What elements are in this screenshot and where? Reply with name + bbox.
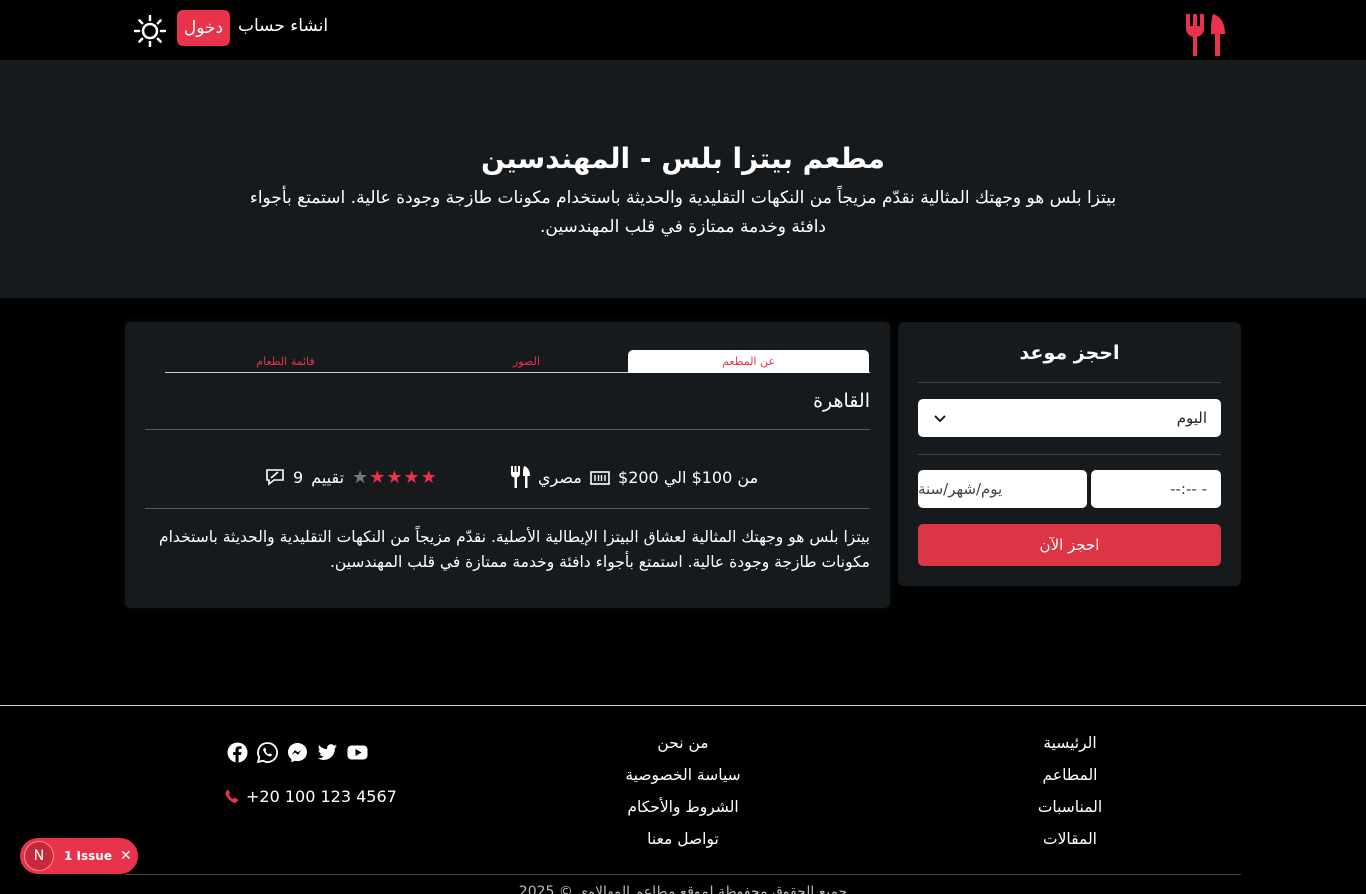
- issue-badge[interactable]: N 1 Issue ✕: [20, 838, 138, 874]
- book-now-button[interactable]: احجز الآن: [918, 524, 1221, 566]
- phone-contact: +20 100 123 4567: [224, 787, 397, 806]
- star-icon: ★: [420, 466, 437, 488]
- star-icon: ★: [386, 466, 403, 488]
- social-links: [227, 742, 368, 764]
- details-tabs: قائمة الطعام الصور عن المطعم: [165, 350, 870, 373]
- time-field-placeholder: --:-- -: [1170, 480, 1207, 498]
- price-icon: [590, 471, 610, 485]
- date-field-placeholder: يوم/شهر/سنة: [918, 480, 1003, 498]
- twitter-icon[interactable]: [317, 742, 338, 763]
- close-icon[interactable]: ✕: [120, 848, 132, 864]
- divider: [145, 508, 870, 509]
- top-navbar: دخول انشاء حساب: [0, 0, 1366, 60]
- divider: [918, 454, 1221, 455]
- rating-label: تقييم: [311, 467, 345, 487]
- footer-link-contact[interactable]: تواصل معنا: [593, 823, 773, 855]
- star-icon: ★: [352, 466, 369, 488]
- rating-stars: ★ ★ ★ ★ ★: [352, 467, 437, 488]
- tab-menu[interactable]: قائمة الطعام: [165, 350, 406, 373]
- divider: [918, 382, 1221, 383]
- footer-link-articles[interactable]: المقالات: [1000, 823, 1140, 855]
- youtube-icon[interactable]: [347, 742, 368, 763]
- page-title: مطعم بيتزا بلس - المهندسين: [480, 142, 886, 175]
- date-field[interactable]: يوم/شهر/سنة: [918, 470, 1087, 508]
- issue-badge-avatar: N: [24, 841, 54, 871]
- booking-card: احجز موعد اليوم يوم/شهر/سنة --:-- - احجز…: [898, 322, 1241, 586]
- fork-knife-logo-icon[interactable]: [1183, 12, 1227, 58]
- rating-count: 9: [293, 467, 304, 487]
- cuisine-info: مصري: [510, 462, 582, 492]
- time-field[interactable]: --:-- -: [1091, 470, 1221, 508]
- booking-title: احجز موعد: [1019, 342, 1120, 364]
- restaurant-details-card: قائمة الطعام الصور عن المطعم القاهرة من …: [125, 322, 890, 608]
- day-select-value: اليوم: [1176, 409, 1207, 427]
- footer-bottom-divider: [125, 874, 1241, 875]
- chevron-down-icon: [934, 415, 946, 423]
- facebook-icon[interactable]: [227, 742, 248, 763]
- footer-links-main: الرئيسية المطاعم المناسبات المقالات: [1000, 727, 1140, 855]
- price-range: من 100$ الي 200$: [618, 462, 758, 492]
- hero-description: بيتزا بلس هو وجهتك المثالية نقدّم مزيجاً…: [249, 188, 1117, 237]
- footer-links-info: من نحن سياسة الخصوصية الشروط والأحكام تو…: [593, 727, 773, 855]
- rating-edit-icon: [266, 469, 284, 486]
- footer-link-events[interactable]: المناسبات: [1000, 791, 1140, 823]
- hero-section: مطعم بيتزا بلس - المهندسين بيتزا بلس هو …: [0, 60, 1366, 298]
- cuisine-text: مصري: [538, 467, 582, 487]
- fork-knife-icon: [511, 466, 530, 488]
- messenger-icon[interactable]: [287, 742, 308, 763]
- footer-link-terms[interactable]: الشروط والأحكام: [593, 791, 773, 823]
- sun-icon[interactable]: [134, 15, 166, 47]
- star-icon: ★: [369, 466, 386, 488]
- phone-icon: [225, 789, 239, 803]
- footer-link-about[interactable]: من نحن: [593, 727, 773, 759]
- issue-badge-label: 1 Issue: [64, 849, 112, 863]
- phone-number[interactable]: +20 100 123 4567: [246, 787, 397, 806]
- restaurant-description: بيتزا بلس هو وجهتك المثالية لعشاق البيتز…: [159, 528, 870, 571]
- whatsapp-icon[interactable]: [256, 742, 278, 764]
- star-icon: ★: [403, 466, 420, 488]
- price-range-text: من 100$ الي 200$: [618, 467, 759, 487]
- divider: [145, 429, 870, 430]
- footer-divider: [0, 705, 1366, 706]
- login-button[interactable]: دخول: [177, 10, 230, 46]
- day-select[interactable]: اليوم: [918, 399, 1221, 437]
- copyright-text: جميع الحقوق محفوظة لموقع مطاعم المهالاوي…: [518, 884, 848, 894]
- footer-link-home[interactable]: الرئيسية: [1000, 727, 1140, 759]
- rating-info: 9 تقييم ★ ★ ★ ★ ★: [265, 462, 437, 492]
- tab-photos[interactable]: الصور: [406, 350, 647, 373]
- footer-link-privacy[interactable]: سياسة الخصوصية: [593, 759, 773, 791]
- signup-link[interactable]: انشاء حساب: [238, 16, 328, 36]
- restaurant-city: القاهرة: [813, 390, 870, 412]
- tab-about[interactable]: عن المطعم: [628, 350, 869, 373]
- footer-link-restaurants[interactable]: المطاعم: [1000, 759, 1140, 791]
